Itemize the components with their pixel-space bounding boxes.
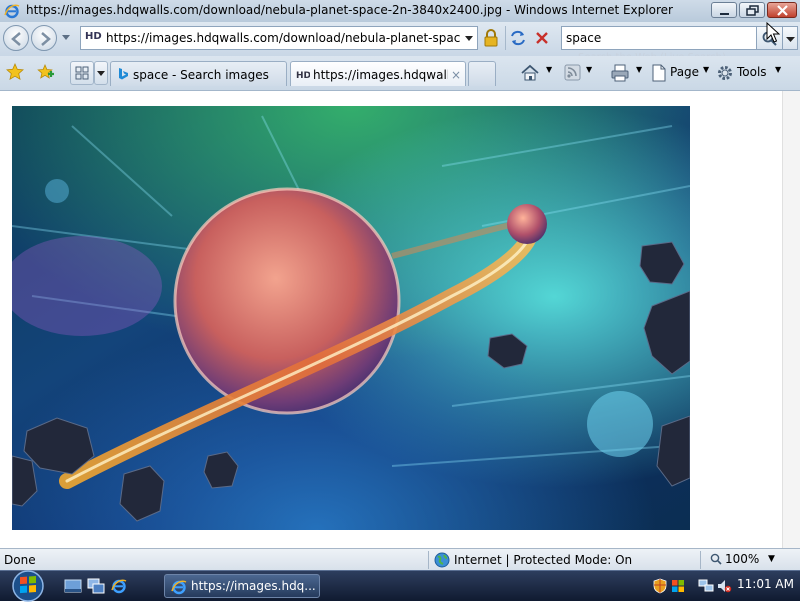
site-favicon-icon: HD [296, 71, 310, 81]
printer-icon [611, 64, 629, 82]
ie-logo-icon [171, 580, 187, 595]
status-divider [700, 551, 701, 569]
tab-close-icon[interactable]: × [451, 68, 461, 82]
rss-feed-icon [564, 64, 581, 81]
status-divider [428, 551, 429, 569]
chevron-down-icon: ▼ [636, 65, 643, 74]
quick-tabs-button[interactable] [70, 61, 94, 85]
refresh-icon [511, 30, 525, 46]
back-button[interactable] [3, 25, 29, 51]
page-icon [652, 64, 666, 82]
minimize-icon [720, 13, 729, 15]
print-button[interactable]: ▼ [610, 62, 646, 84]
back-arrow-icon [11, 32, 21, 46]
taskbar-clock[interactable]: 11:01 AM [737, 577, 794, 591]
address-dropdown-icon[interactable] [463, 31, 475, 45]
address-url[interactable]: https://images.hdqwalls.com/download/neb… [106, 31, 461, 45]
switch-windows-icon[interactable] [87, 578, 105, 594]
page-menu-button[interactable]: Page ▼ [650, 62, 712, 84]
recent-pages-dropdown[interactable] [61, 32, 71, 42]
add-favorites-icon[interactable] [36, 63, 54, 81]
window-titlebar[interactable]: https://images.hdqwalls.com/download/neb… [0, 0, 800, 23]
home-icon [521, 64, 539, 81]
start-button[interactable] [8, 570, 48, 602]
search-input[interactable] [566, 29, 751, 47]
restore-icon [746, 5, 759, 16]
feeds-button[interactable]: ▼ [564, 62, 604, 84]
show-desktop-icon[interactable] [64, 578, 82, 594]
svg-text:HD: HD [296, 71, 310, 81]
status-text: Done [4, 553, 36, 567]
quick-tabs-grid-icon [75, 66, 89, 80]
refresh-button[interactable] [505, 26, 529, 50]
ie-quicklaunch-icon[interactable] [110, 578, 128, 594]
internet-globe-icon [434, 552, 450, 568]
security-shield-icon[interactable] [652, 578, 668, 594]
network-icon[interactable] [698, 578, 714, 594]
nebula-planet-artwork [12, 106, 690, 530]
forward-arrow-icon [41, 32, 51, 46]
close-button[interactable] [767, 2, 797, 18]
address-bar[interactable]: HD https://images.hdqwalls.com/download/… [80, 26, 478, 50]
page-menu-label: Page [670, 65, 700, 79]
zoom-magnifier-icon[interactable] [710, 553, 722, 565]
search-options-dropdown[interactable] [783, 26, 798, 50]
tab-label: space - Search images [133, 68, 269, 82]
tab-list-dropdown[interactable] [94, 61, 108, 85]
vertical-scrollbar[interactable] [782, 91, 800, 548]
minimize-button[interactable] [711, 2, 737, 18]
taskbar-window-label: https://images.hdq... [191, 579, 316, 593]
navigation-bar: HD https://images.hdqwalls.com/download/… [0, 22, 800, 56]
forward-button[interactable] [31, 25, 57, 51]
close-icon [777, 5, 788, 16]
chevron-down-icon: ▼ [546, 65, 553, 74]
new-tab-button[interactable] [468, 61, 496, 86]
favorites-star-icon[interactable] [6, 63, 24, 81]
site-favicon-icon: HD [85, 31, 102, 42]
tab-label: https://images.hdqwall... [313, 68, 448, 82]
chevron-down-icon [97, 71, 105, 76]
window-title: https://images.hdqwalls.com/download/neb… [26, 3, 673, 17]
chevron-down-icon: ▼ [775, 65, 782, 74]
lock-icon[interactable] [480, 26, 502, 50]
gear-icon [718, 66, 732, 80]
tab-image-page[interactable]: HD https://images.hdqwall... × [290, 61, 466, 86]
tools-menu-label: Tools [737, 65, 767, 79]
tools-menu-button[interactable]: Tools ▼ [716, 62, 782, 84]
page-content [0, 91, 782, 548]
security-zone-text[interactable]: Internet | Protected Mode: On [454, 553, 632, 567]
tab-search-images[interactable]: space - Search images [110, 61, 287, 86]
search-box[interactable] [561, 26, 757, 50]
zoom-dropdown-icon[interactable]: ▼ [768, 554, 775, 564]
restore-button[interactable] [739, 2, 765, 18]
chevron-down-icon: ▼ [586, 65, 593, 74]
windows-flag-icon[interactable] [670, 578, 686, 594]
bing-icon [119, 68, 128, 80]
stop-button[interactable] [530, 26, 554, 50]
chevron-down-icon [786, 37, 795, 42]
status-bar: Done Internet | Protected Mode: On 100% … [0, 548, 800, 571]
windows-taskbar: https://images.hdq... [0, 570, 800, 602]
volume-muted-icon[interactable] [716, 578, 732, 594]
mouse-cursor-icon [766, 22, 780, 43]
taskbar-ie-window[interactable]: https://images.hdq... [164, 574, 320, 598]
wallpaper-image[interactable] [12, 106, 690, 530]
ie-logo-icon [4, 4, 20, 19]
chevron-down-icon: ▼ [703, 65, 710, 74]
home-button[interactable]: ▼ [520, 62, 556, 84]
zoom-level[interactable]: 100% [725, 552, 759, 566]
tab-bar: space - Search images HD https://images.… [0, 56, 800, 91]
stop-x-icon [536, 32, 548, 44]
